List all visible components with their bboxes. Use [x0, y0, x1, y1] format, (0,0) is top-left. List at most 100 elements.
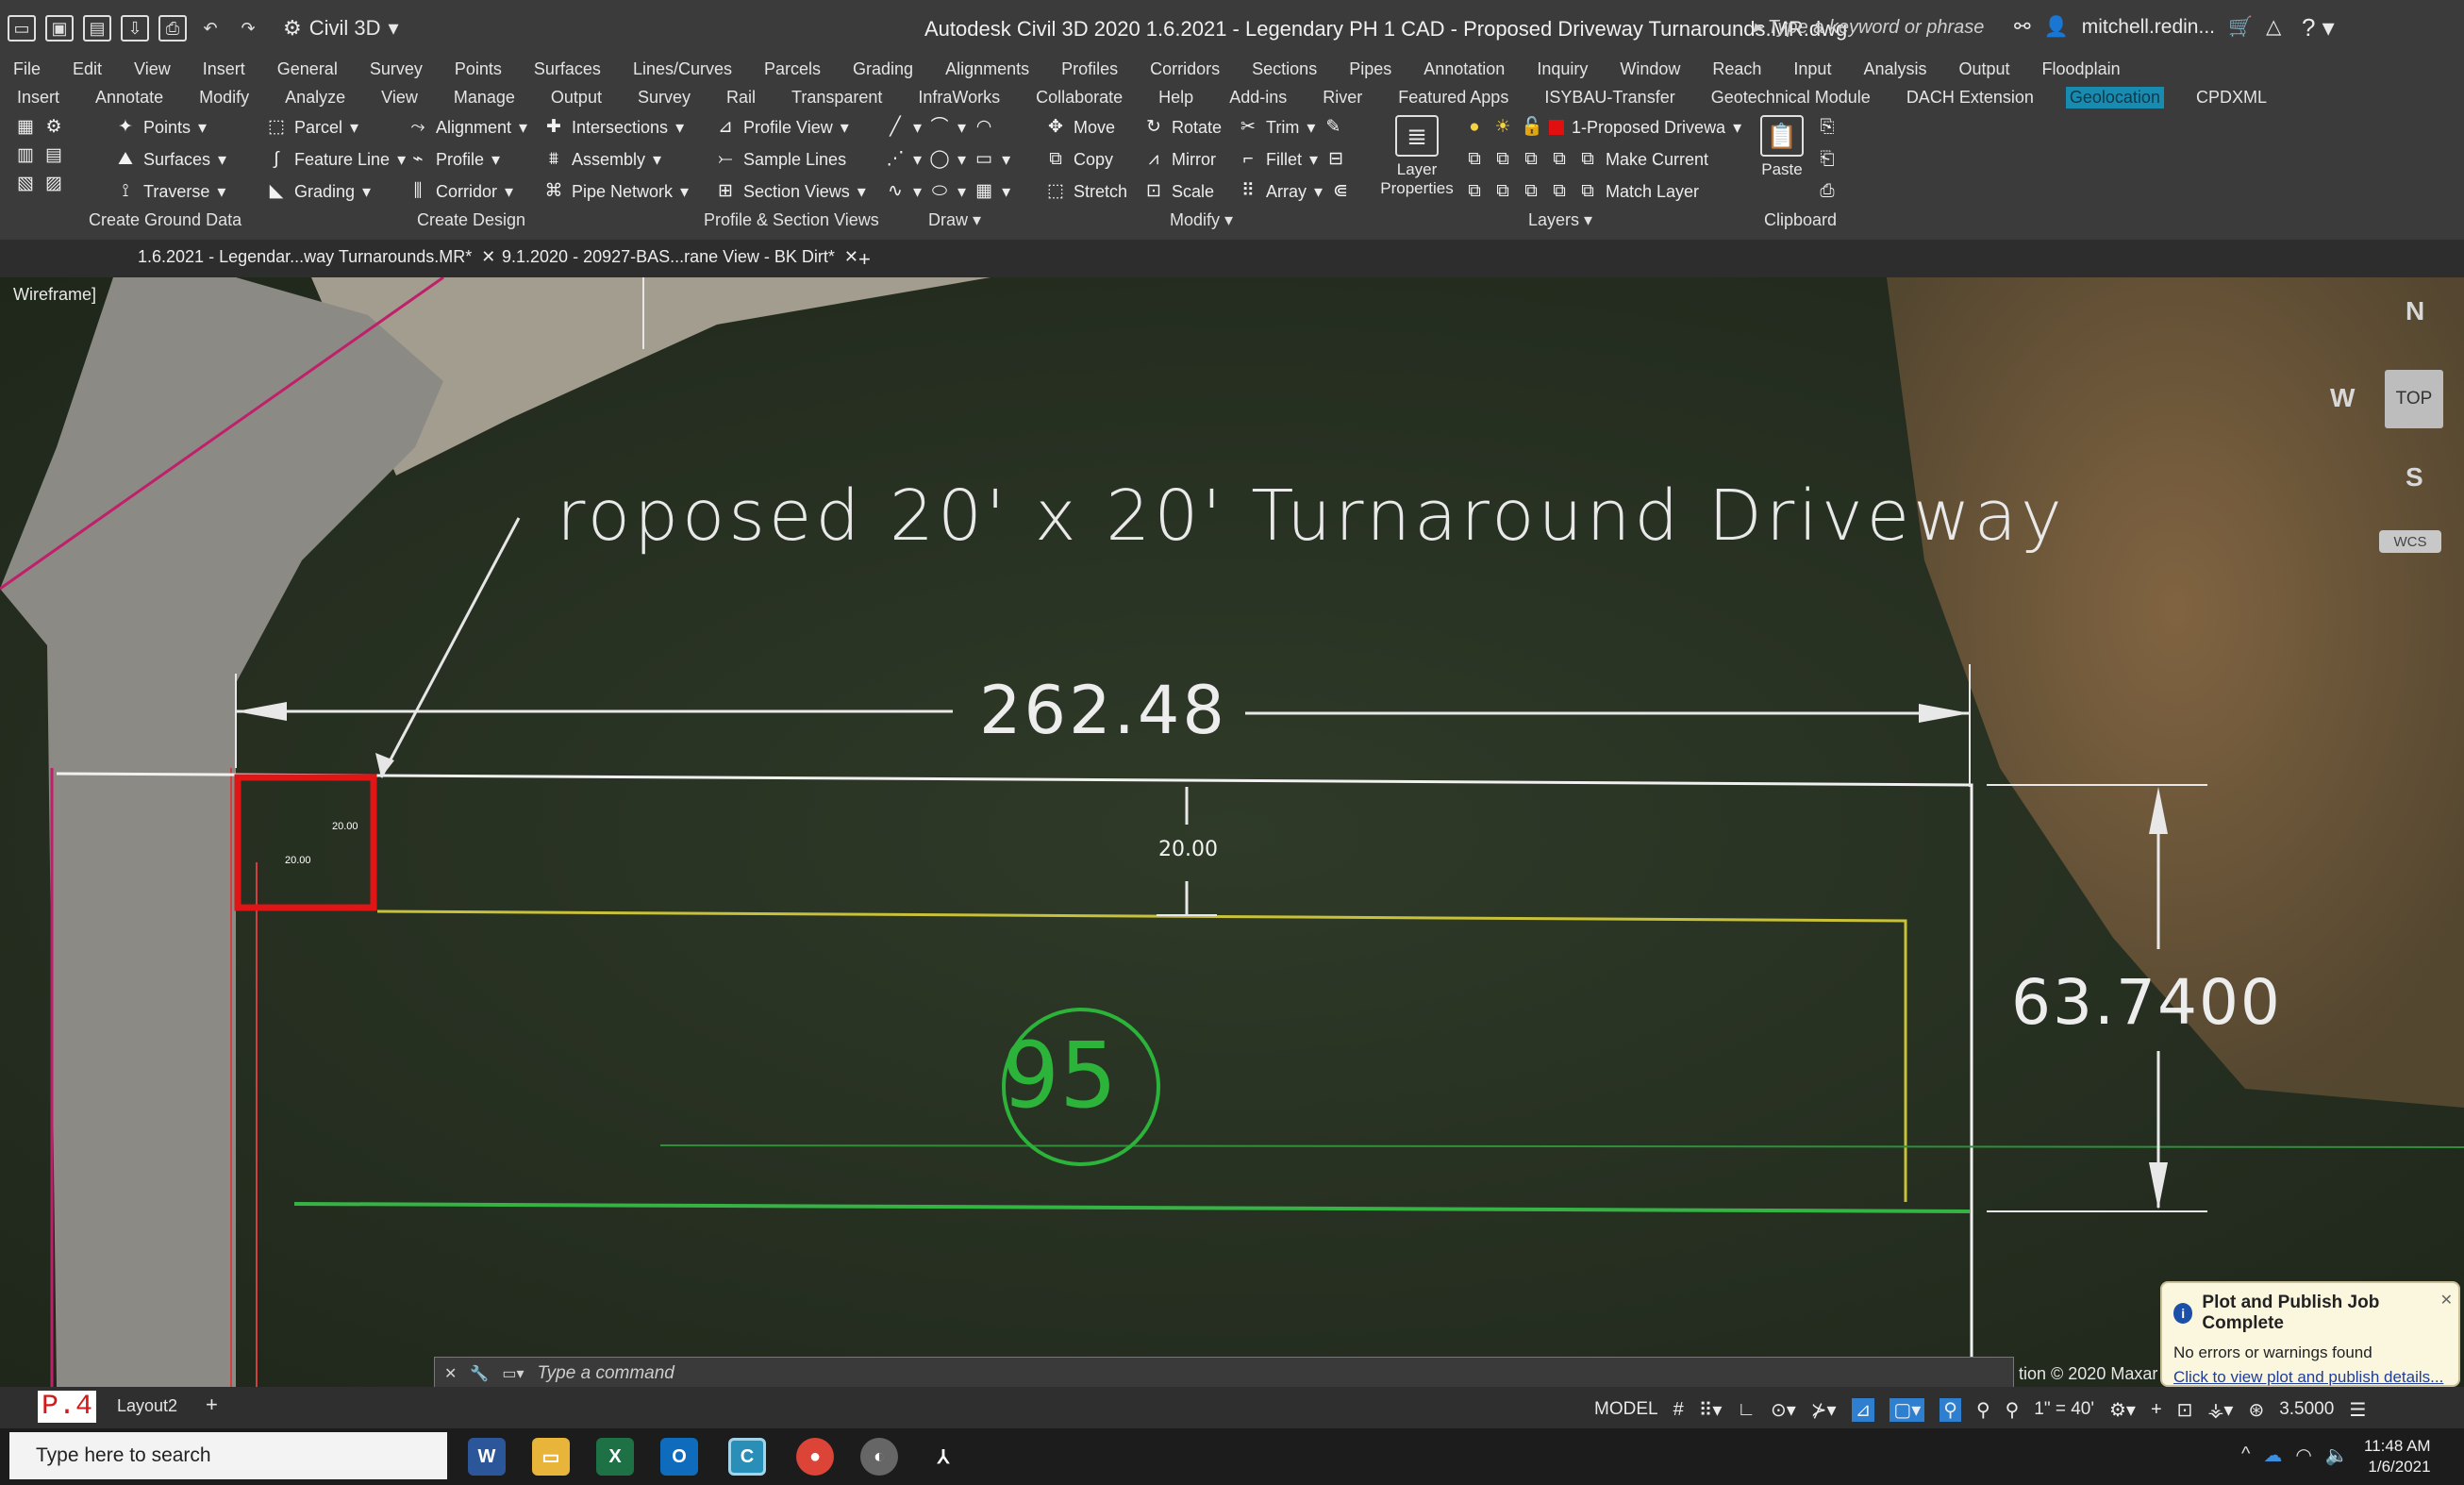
volume-icon[interactable]: 🔈: [2325, 1443, 2349, 1467]
menu-item-annotation[interactable]: Annotation: [1423, 59, 1505, 79]
ribbon-toolspace-icon[interactable]: ▦ ⚙: [15, 117, 64, 138]
menu-item-sections[interactable]: Sections: [1252, 59, 1317, 79]
driveway-dim-vertical[interactable]: 20.00: [332, 821, 358, 832]
ribbon-tab-annotate[interactable]: Annotate: [92, 87, 167, 108]
ribbon-tab-dach-extension[interactable]: DACH Extension: [1903, 87, 2038, 108]
isodraft-icon[interactable]: ⊁▾: [1811, 1398, 1837, 1422]
export-icon[interactable]: ⇩: [121, 15, 149, 42]
doc-tab-active[interactable]: 1.6.2021 - Legendar...way Turnarounds.MR…: [138, 247, 495, 267]
intersections-button[interactable]: ✚ Intersections ▾: [543, 117, 684, 138]
panel-modify[interactable]: Modify ▾: [1170, 210, 1233, 230]
share-icon[interactable]: △: [2266, 15, 2281, 39]
copy-clip-button[interactable]: ⎘: [1817, 117, 1838, 138]
save-as-icon[interactable]: ▤: [83, 15, 111, 42]
menu-item-corridors[interactable]: Corridors: [1150, 59, 1220, 79]
rotate-button[interactable]: ↻ Rotate: [1143, 117, 1222, 138]
menu-item-output[interactable]: Output: [1958, 59, 2009, 79]
polar-icon[interactable]: ⊙▾: [1771, 1398, 1796, 1422]
lot-depth-dimension[interactable]: 63.7400: [2011, 966, 2282, 1039]
copy-base-button[interactable]: ⎗: [1817, 149, 1838, 170]
alignment-button[interactable]: ⤳ Alignment ▾: [408, 117, 527, 138]
gear-icon[interactable]: ⚙▾: [2109, 1398, 2136, 1422]
paste-button[interactable]: 📋 Paste: [1760, 115, 1804, 179]
ribbon-tab-output[interactable]: Output: [547, 87, 606, 108]
circle-tool[interactable]: ⋰ ▾ ◯ ▾ ▭ ▾: [885, 149, 1011, 170]
menu-item-survey[interactable]: Survey: [370, 59, 423, 79]
scale-button[interactable]: ⊡ Scale: [1143, 181, 1214, 202]
mirror-button[interactable]: ⩘ Mirror: [1143, 149, 1216, 170]
binoculars-icon[interactable]: ⚯: [2014, 15, 2031, 39]
menu-item-points[interactable]: Points: [455, 59, 502, 79]
workspace-icon[interactable]: ⊛: [2248, 1398, 2264, 1422]
fillet-button[interactable]: ⌐ Fillet ▾ ⊟: [1238, 149, 1346, 170]
menu-item-alignments[interactable]: Alignments: [945, 59, 1029, 79]
panel-create-ground-data[interactable]: Create Ground Data: [89, 210, 241, 230]
menu-item-edit[interactable]: Edit: [73, 59, 102, 79]
ortho-icon[interactable]: ∟: [1737, 1399, 1756, 1421]
ribbon-tab-cpdxml[interactable]: CPDXML: [2192, 87, 2271, 108]
add-layout-icon[interactable]: +: [206, 1393, 218, 1417]
ribbon-extra-icon[interactable]: ▧ ▨: [15, 174, 64, 194]
ribbon-tab-featured-apps[interactable]: Featured Apps: [1394, 87, 1512, 108]
menu-item-window[interactable]: Window: [1620, 59, 1680, 79]
viewcube-north[interactable]: N: [2406, 296, 2424, 326]
pipe-network-button[interactable]: ⌘ Pipe Network ▾: [543, 181, 690, 202]
command-history-icon[interactable]: ▭▾: [502, 1364, 524, 1383]
hardware-accel-icon[interactable]: ⚶▾: [2207, 1398, 2233, 1422]
file-explorer-icon[interactable]: ▭: [532, 1438, 570, 1476]
user-menu[interactable]: ⚯ 👤 mitchell.redin... 🛒 △: [2014, 15, 2281, 39]
menu-item-reach[interactable]: Reach: [1712, 59, 1761, 79]
ribbon-tab-transparent[interactable]: Transparent: [788, 87, 886, 108]
assembly-button[interactable]: ⩩ Assembly ▾: [543, 149, 661, 170]
menu-item-pipes[interactable]: Pipes: [1349, 59, 1391, 79]
taskbar-clock[interactable]: 11:48 AM 1/6/2021: [2364, 1436, 2431, 1477]
command-line[interactable]: ✕ 🔧 ▭▾ Type a command: [434, 1357, 2014, 1387]
menu-item-lines-curves[interactable]: Lines/Curves: [633, 59, 732, 79]
menu-item-input[interactable]: Input: [1793, 59, 1831, 79]
menu-item-surfaces[interactable]: Surfaces: [534, 59, 601, 79]
ribbon-tab-collaborate[interactable]: Collaborate: [1032, 87, 1126, 108]
menu-item-general[interactable]: General: [277, 59, 338, 79]
undo-icon[interactable]: ↶: [196, 15, 225, 42]
panel-layers[interactable]: Layers ▾: [1528, 210, 1592, 230]
taskbar-search[interactable]: Type here to search: [9, 1432, 447, 1479]
viewcube-top-face[interactable]: TOP: [2385, 370, 2443, 428]
spline-tool[interactable]: ∿ ▾ ⬭ ▾ ▦ ▾: [885, 181, 1010, 202]
annotation-visibility-icon[interactable]: ⚲: [1940, 1397, 1961, 1422]
elevation-value[interactable]: 3.5000: [2279, 1399, 2334, 1420]
ribbon-tab-isybau-transfer[interactable]: ISYBAU-Transfer: [1540, 87, 1678, 108]
section-views-button[interactable]: ⊞ Section Views ▾: [715, 181, 866, 202]
match-layer-button[interactable]: ⧉ ⧉ ⧉ ⧉ ⧉ Match Layer: [1464, 181, 1699, 202]
stretch-button[interactable]: ⬚ Stretch: [1045, 181, 1127, 202]
grid-icon[interactable]: #: [1673, 1399, 1684, 1421]
lot-width-dimension[interactable]: 262.48: [979, 672, 1227, 749]
search-input[interactable]: ▸ Type a keyword or phrase: [1753, 15, 1989, 39]
driveway-dim-horizontal[interactable]: 20.00: [285, 855, 311, 866]
system-tray[interactable]: ^ ☁ ◠ 🔈: [2241, 1443, 2349, 1467]
menu-item-analysis[interactable]: Analysis: [1863, 59, 1926, 79]
menu-item-parcels[interactable]: Parcels: [764, 59, 821, 79]
snap-icon[interactable]: ⠿▾: [1699, 1398, 1723, 1422]
visual-style-label[interactable]: Wireframe]: [13, 285, 96, 305]
driveway-annotation[interactable]: roposed 20' x 20' Turnaround Driveway: [557, 476, 2066, 557]
viewcube-west[interactable]: W: [2330, 383, 2355, 413]
chevron-up-icon[interactable]: ^: [2241, 1443, 2250, 1467]
plus-icon[interactable]: +: [2151, 1399, 2162, 1421]
drawing-viewport[interactable]: Wireframe] roposed 20' x 20' Turnaround …: [0, 277, 2464, 1387]
osnap-icon[interactable]: ⊿: [1851, 1397, 1875, 1422]
make-current-button[interactable]: ⧉ ⧉ ⧉ ⧉ ⧉ Make Current: [1464, 149, 1708, 170]
trim-button[interactable]: ✂ Trim ▾ ✎: [1238, 117, 1343, 138]
paste-special-button[interactable]: ⎙: [1817, 181, 1838, 202]
move-button[interactable]: ✥ Move: [1045, 117, 1115, 138]
ribbon-tab-geolocation[interactable]: Geolocation: [2065, 86, 2164, 108]
outlook-icon[interactable]: O: [660, 1438, 698, 1476]
ribbon-tab-help[interactable]: Help: [1155, 87, 1197, 108]
menu-item-grading[interactable]: Grading: [853, 59, 913, 79]
close-icon[interactable]: ✕: [2440, 1291, 2453, 1310]
close-icon[interactable]: ✕: [481, 247, 495, 267]
wifi-icon[interactable]: ◠: [2295, 1443, 2311, 1467]
profile-button[interactable]: ⌁ Profile ▾: [408, 149, 500, 170]
chrome-icon[interactable]: ●: [796, 1438, 834, 1476]
word-icon[interactable]: W: [468, 1438, 506, 1476]
customize-icon[interactable]: ☰: [2349, 1398, 2366, 1422]
